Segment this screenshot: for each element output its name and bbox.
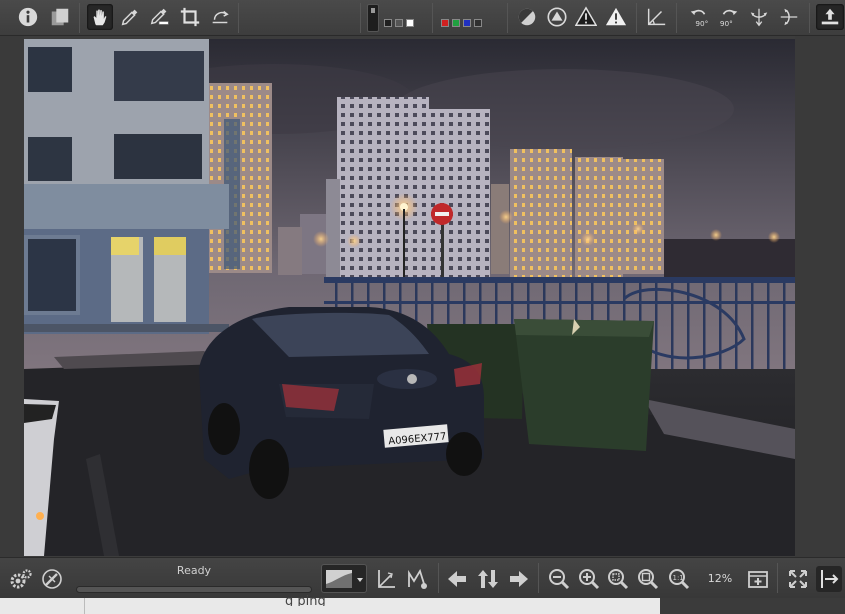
panel-toggle-icon[interactable] [816,566,842,592]
zoom-100-icon[interactable]: 1:1 [666,566,692,592]
flip-vertical-icon[interactable] [746,4,772,30]
toolbar-separator [538,563,539,593]
swatch-black[interactable] [384,19,392,27]
tools-icon[interactable] [39,566,65,592]
toolbar-separator [79,3,80,33]
white-balance-picker-icon[interactable] [147,4,173,30]
photo-street-scene: А096ЕХ777 [24,39,795,556]
status-text: Ready [176,564,212,577]
hand-tool-icon[interactable] [87,4,113,30]
zoom-out-icon[interactable] [546,566,572,592]
toolbar-separator [432,3,433,33]
toolbar-separator [507,3,508,33]
foreground-building [24,39,229,334]
clipping-shadows-icon[interactable] [514,4,540,30]
image-preview[interactable]: А096ЕХ777 [24,39,795,556]
swatch-red[interactable] [441,19,449,27]
new-window-icon[interactable] [745,566,771,592]
swatch-green[interactable] [452,19,460,27]
rotate-right-icon[interactable]: 90° [716,4,742,30]
zoom-level-label: 12% [707,572,733,585]
warning-shadow-icon[interactable] [573,4,599,30]
fullscreen-icon[interactable] [785,566,811,592]
up-down-icon[interactable] [475,566,501,592]
swatch-luminance[interactable] [474,19,482,27]
zoom-fill-icon[interactable] [635,566,661,592]
flip-horizontal-icon[interactable] [776,4,802,30]
toolbar-separator [777,563,778,593]
zoom-in-icon[interactable] [576,566,602,592]
underlying-text: g ping [285,594,326,606]
channel-swatches [441,9,482,29]
curve-dropdown-button[interactable] [321,564,367,593]
zoom-fit-icon[interactable] [605,566,631,592]
previous-image-icon[interactable] [444,566,470,592]
editor-window: 90° 90° А096ЕХ777 Ready 1:1 12% g ping [0,0,845,614]
left-panel-strip [0,36,24,557]
distortion-icon[interactable] [404,566,430,592]
crop-icon[interactable] [177,4,203,30]
bottom-toolbar: Ready 1:1 12% [0,557,845,598]
top-toolbar: 90° 90° [0,0,845,36]
progress-bar [76,586,312,593]
preferences-icon[interactable] [8,566,34,592]
divider-line [84,598,85,614]
crop-edge-icon[interactable] [373,566,399,592]
straighten-icon[interactable] [207,4,233,30]
compare-icon[interactable] [47,4,73,30]
rotate-left-icon[interactable]: 90° [686,4,712,30]
curve-icon [326,570,363,588]
toolbar-separator [438,563,439,593]
warning-highlight-icon[interactable] [603,4,629,30]
info-icon[interactable] [15,4,41,30]
svg-text:90°: 90° [720,19,733,28]
toolbar-separator [809,3,810,33]
svg-text:1:1: 1:1 [673,574,684,582]
background-swatches [384,9,414,29]
toolbar-separator [238,3,239,33]
toolbar-separator [676,3,677,33]
right-panel-strip [795,36,845,557]
indicator-tall-icon[interactable] [367,4,379,32]
swatch-grey[interactable] [395,19,403,27]
color-picker-icon[interactable] [117,4,143,30]
next-image-icon[interactable] [506,566,532,592]
svg-text:90°: 90° [695,19,708,28]
underlying-dark-panel [660,598,845,614]
swatch-white[interactable] [406,19,414,27]
toolbar-separator [360,3,361,33]
swatch-blue[interactable] [463,19,471,27]
clipping-highlights-icon[interactable] [544,4,570,30]
underlying-window-strip: g ping [0,594,845,614]
toolbar-separator [636,3,637,33]
export-icon[interactable] [816,4,844,30]
perspective-icon[interactable] [643,4,669,30]
